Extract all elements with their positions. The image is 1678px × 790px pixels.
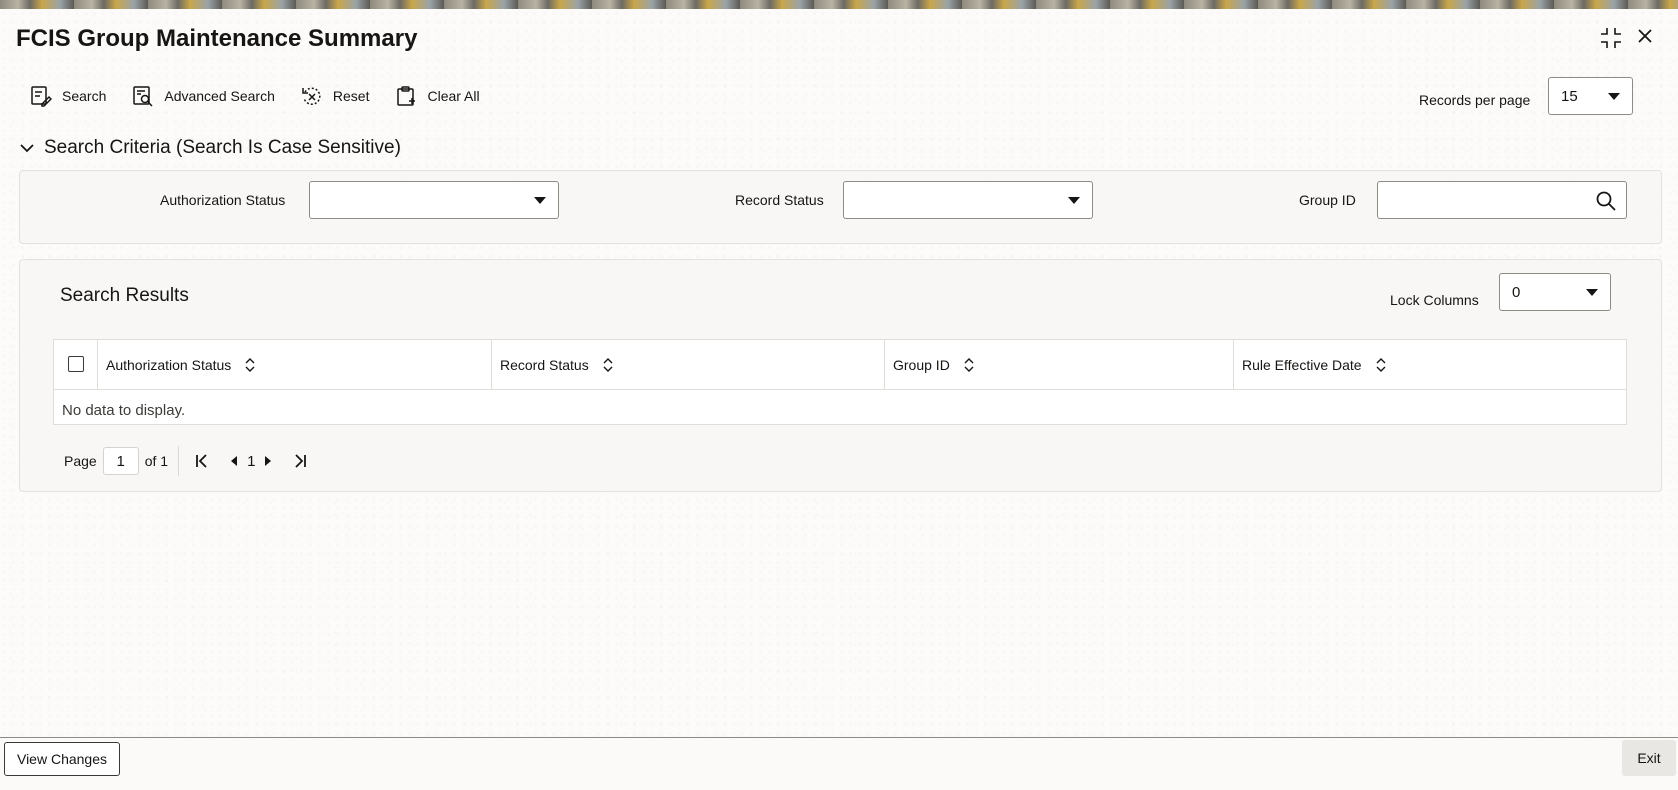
records-per-page-select[interactable]: 15 xyxy=(1548,77,1633,115)
chevron-down-icon xyxy=(1608,93,1620,100)
search-icon[interactable] xyxy=(1596,191,1616,211)
record-status-select[interactable] xyxy=(843,181,1093,219)
view-changes-button[interactable]: View Changes xyxy=(4,742,120,776)
lock-columns-label: Lock Columns xyxy=(1390,292,1479,308)
lock-columns-value: 0 xyxy=(1512,283,1521,301)
results-table: Authorization Status Record Status Group… xyxy=(53,339,1627,425)
authorization-status-label: Authorization Status xyxy=(160,192,286,208)
select-all-checkbox[interactable] xyxy=(68,356,84,372)
reset-button-label: Reset xyxy=(332,88,370,104)
records-per-page-label: Records per page xyxy=(1419,92,1531,108)
lock-columns-select[interactable]: 0 xyxy=(1499,273,1611,311)
sort-icon[interactable] xyxy=(245,357,255,372)
search-criteria-toggle[interactable]: Search Criteria (Search Is Case Sensitiv… xyxy=(20,137,401,159)
column-header-rule-effective-date[interactable]: Rule Effective Date xyxy=(1233,340,1626,389)
column-header-label: Authorization Status xyxy=(106,356,232,373)
column-header-record-status[interactable]: Record Status xyxy=(491,340,884,389)
first-page-button[interactable] xyxy=(191,450,213,472)
reset-button[interactable]: Reset xyxy=(301,85,370,107)
search-results-heading: Search Results xyxy=(60,285,189,306)
chevron-down-icon xyxy=(534,197,546,204)
column-header-label: Group ID xyxy=(893,356,950,373)
column-header-label: Record Status xyxy=(500,356,589,373)
sort-icon[interactable] xyxy=(964,357,974,372)
search-doc-icon xyxy=(31,86,52,107)
triangle-right-icon xyxy=(265,456,272,466)
page-count-label: of 1 xyxy=(144,453,169,469)
chevron-down-icon xyxy=(1586,289,1598,296)
advanced-search-icon xyxy=(133,86,153,107)
authorization-status-select[interactable] xyxy=(309,181,559,219)
page-number-value: 1 xyxy=(116,452,125,470)
search-button-label: Search xyxy=(62,88,107,104)
exit-button[interactable]: Exit xyxy=(1622,740,1676,776)
clear-all-button-label: Clear All xyxy=(427,88,480,104)
column-header-group-id[interactable]: Group ID xyxy=(884,340,1233,389)
reset-icon xyxy=(302,87,321,105)
group-id-input[interactable] xyxy=(1377,181,1627,219)
top-banner xyxy=(0,0,1678,9)
last-page-icon xyxy=(295,454,307,468)
sort-icon[interactable] xyxy=(603,357,613,372)
maximize-icon[interactable] xyxy=(1600,27,1622,54)
first-page-icon xyxy=(196,454,207,468)
clipboard-icon xyxy=(397,86,416,106)
close-icon[interactable] xyxy=(1636,27,1654,50)
pager-divider xyxy=(178,446,180,476)
records-per-page-value: 15 xyxy=(1561,87,1578,105)
page-title: FCIS Group Maintenance Summary xyxy=(16,25,418,52)
sort-icon[interactable] xyxy=(1376,357,1386,372)
toolbar: Search Advanced Search Reset Clear All xyxy=(30,83,506,109)
chevron-down-icon xyxy=(20,144,34,153)
footer: View Changes Exit xyxy=(0,738,1678,790)
previous-page-button[interactable] xyxy=(223,450,245,472)
no-data-message: No data to display. xyxy=(62,402,186,419)
current-page-number[interactable]: 1 xyxy=(247,453,255,470)
pagination: Page 1 of 1 1 xyxy=(64,446,311,476)
advanced-search-button-label: Advanced Search xyxy=(164,88,275,104)
last-page-button[interactable] xyxy=(289,450,311,472)
group-id-label: Group ID xyxy=(1299,192,1356,208)
chevron-down-icon xyxy=(1068,197,1080,204)
column-header-label: Rule Effective Date xyxy=(1242,356,1362,373)
triangle-left-icon xyxy=(231,456,238,466)
advanced-search-button[interactable]: Advanced Search xyxy=(132,85,275,107)
search-button[interactable]: Search xyxy=(30,85,106,107)
page-label: Page xyxy=(64,453,97,469)
record-status-label: Record Status xyxy=(735,192,824,208)
search-criteria-heading: Search Criteria (Search Is Case Sensitiv… xyxy=(44,137,401,158)
page-number-input[interactable]: 1 xyxy=(102,447,139,475)
next-page-button[interactable] xyxy=(257,450,279,472)
column-header-authorization-status[interactable]: Authorization Status xyxy=(97,340,491,389)
table-header: Authorization Status Record Status Group… xyxy=(54,340,1626,390)
clear-all-button[interactable]: Clear All xyxy=(395,85,480,107)
summary-window: FCIS Group Maintenance Summary Search Ad… xyxy=(0,9,1678,790)
